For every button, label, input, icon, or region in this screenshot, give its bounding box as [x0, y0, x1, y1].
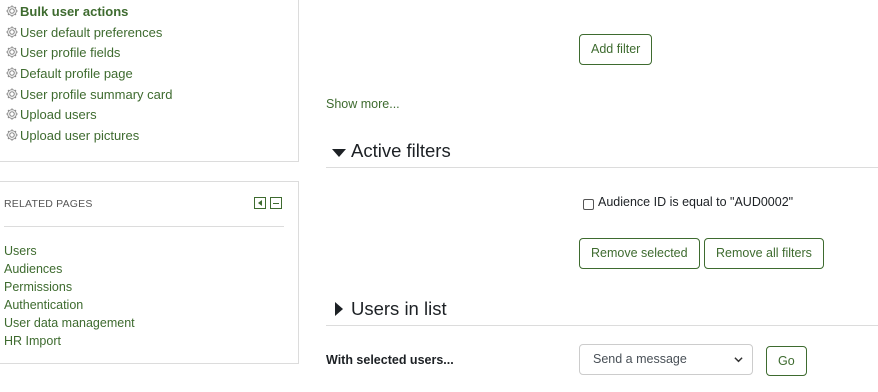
- nav-item-label: Upload users: [20, 106, 97, 122]
- active-filters-header[interactable]: Active filters: [326, 138, 878, 168]
- go-button[interactable]: Go: [766, 346, 807, 376]
- nav-item-default-profile-page[interactable]: Default profile page: [5, 63, 133, 83]
- related-link-hr-import[interactable]: HR Import: [4, 334, 61, 348]
- nav-item-label: Upload user pictures: [20, 127, 140, 143]
- divider: [4, 226, 284, 227]
- related-link-authentication[interactable]: Authentication: [4, 298, 83, 312]
- gear-icon: [5, 107, 19, 121]
- nav-item-label: Default profile page: [20, 65, 133, 81]
- related-pages-title: RELATED PAGES: [4, 198, 93, 210]
- add-filter-button[interactable]: Add filter: [579, 34, 653, 65]
- remove-selected-button[interactable]: Remove selected: [579, 238, 700, 269]
- gear-icon: [5, 128, 19, 142]
- nav-item-label: Bulk user actions: [20, 3, 129, 19]
- filter-checkbox[interactable]: [583, 199, 594, 210]
- nav-item-user-profile-summary-card[interactable]: User profile summary card: [5, 84, 172, 104]
- active-filters-heading: Active filters: [351, 140, 451, 161]
- related-pages-block: RELATED PAGES Users Audiences Permission…: [0, 181, 299, 364]
- nav-item-bulk-user-actions[interactable]: Bulk user actions: [5, 1, 128, 21]
- caret-down-icon: [332, 149, 346, 157]
- gear-icon: [5, 4, 19, 18]
- nav-item-label: User profile summary card: [20, 86, 173, 102]
- nav-item-user-default-preferences[interactable]: User default preferences: [5, 22, 162, 42]
- show-more-link[interactable]: Show more...: [326, 97, 400, 111]
- related-link-user-data-management[interactable]: User data management: [4, 316, 135, 330]
- dock-icon[interactable]: [254, 197, 266, 209]
- caret-right-icon: [335, 302, 343, 316]
- users-in-list-header[interactable]: Users in list: [326, 296, 878, 326]
- gear-icon: [5, 25, 19, 39]
- select-value: Send a message: [593, 352, 687, 366]
- nav-item-label: User default preferences: [20, 24, 163, 40]
- gear-icon: [5, 45, 19, 59]
- filter-label: Audience ID is equal to "AUD0002": [598, 195, 794, 209]
- related-link-audiences[interactable]: Audiences: [4, 262, 62, 276]
- nav-item-upload-users[interactable]: Upload users: [5, 104, 97, 124]
- nav-item-user-profile-fields[interactable]: User profile fields: [5, 42, 120, 62]
- bulk-action-select[interactable]: Send a message: [579, 344, 753, 375]
- related-link-users[interactable]: Users: [4, 244, 37, 258]
- nav-item-upload-user-pictures[interactable]: Upload user pictures: [5, 125, 139, 145]
- admin-nav-block: Bulk user actions User default preferenc…: [0, 0, 299, 162]
- gear-icon: [5, 66, 19, 80]
- chevron-down-icon: [734, 355, 743, 364]
- related-link-permissions[interactable]: Permissions: [4, 280, 72, 294]
- users-in-list-heading: Users in list: [351, 298, 447, 319]
- collapse-icon[interactable]: [270, 197, 282, 209]
- remove-all-filters-button[interactable]: Remove all filters: [704, 238, 824, 269]
- with-selected-label: With selected users...: [326, 353, 454, 367]
- gear-icon: [5, 87, 19, 101]
- nav-item-label: User profile fields: [20, 44, 121, 60]
